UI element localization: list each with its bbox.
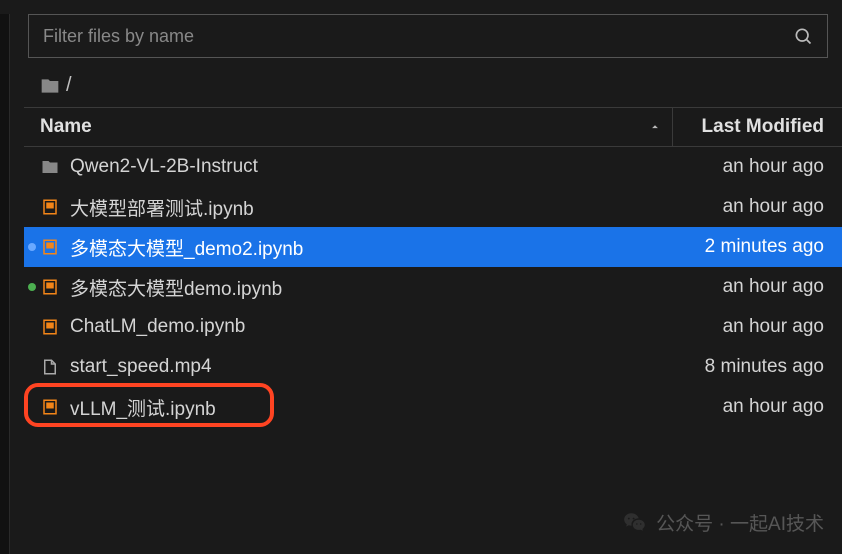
file-modified: an hour ago [654, 396, 824, 418]
file-modified: an hour ago [654, 196, 824, 218]
file-row[interactable]: Qwen2-VL-2B-Instructan hour ago [24, 147, 842, 187]
file-modified: an hour ago [654, 156, 824, 178]
header-modified-label: Last Modified [702, 116, 824, 138]
file-row[interactable]: 大模型部署测试.ipynban hour ago [24, 187, 842, 227]
header-modified-column[interactable]: Last Modified [672, 108, 842, 146]
file-name: ChatLM_demo.ipynb [70, 316, 654, 338]
file-icon [40, 357, 60, 377]
file-browser-panel: / Name Last Modified Qwen2-VL-2B-Instruc… [10, 14, 842, 427]
notebook-icon [40, 197, 60, 217]
notebook-icon [40, 277, 60, 297]
status-dot-icon [28, 243, 36, 251]
folder-icon [40, 76, 60, 96]
search-icon [793, 26, 813, 46]
watermark-text: 公众号 · 一起AI技术 [656, 509, 824, 536]
sort-caret-up-icon [648, 120, 662, 134]
file-modified: an hour ago [654, 316, 824, 338]
notebook-icon [40, 237, 60, 257]
folder-icon [40, 157, 60, 177]
file-row[interactable]: ChatLM_demo.ipynban hour ago [24, 307, 842, 347]
watermark: 公众号 · 一起AI技术 [622, 509, 824, 536]
filter-box[interactable] [28, 14, 828, 58]
wechat-icon [622, 510, 648, 536]
file-name: start_speed.mp4 [70, 356, 654, 378]
file-row[interactable]: vLLM_测试.ipynban hour ago [24, 387, 842, 427]
filter-input[interactable] [43, 26, 793, 47]
file-name: 多模态大模型_demo2.ipynb [70, 234, 654, 261]
breadcrumb-path: / [66, 74, 72, 97]
breadcrumb[interactable]: / [10, 68, 842, 107]
file-name: vLLM_测试.ipynb [70, 394, 654, 421]
notebook-icon [40, 397, 60, 417]
file-row[interactable]: 多模态大模型demo.ipynban hour ago [24, 267, 842, 307]
file-name: Qwen2-VL-2B-Instruct [70, 156, 654, 178]
file-row[interactable]: 多模态大模型_demo2.ipynb2 minutes ago [24, 227, 842, 267]
file-name: 多模态大模型demo.ipynb [70, 274, 654, 301]
file-modified: an hour ago [654, 276, 824, 298]
header-name-column[interactable]: Name [24, 116, 672, 138]
notebook-icon [40, 317, 60, 337]
file-modified: 2 minutes ago [654, 236, 824, 258]
table-header: Name Last Modified [24, 107, 842, 147]
file-row[interactable]: start_speed.mp48 minutes ago [24, 347, 842, 387]
header-name-label: Name [40, 116, 92, 138]
status-dot-icon [28, 283, 36, 291]
file-list: Qwen2-VL-2B-Instructan hour ago大模型部署测试.i… [24, 147, 842, 427]
file-modified: 8 minutes ago [654, 356, 824, 378]
left-strip [0, 14, 10, 554]
file-name: 大模型部署测试.ipynb [70, 194, 654, 221]
